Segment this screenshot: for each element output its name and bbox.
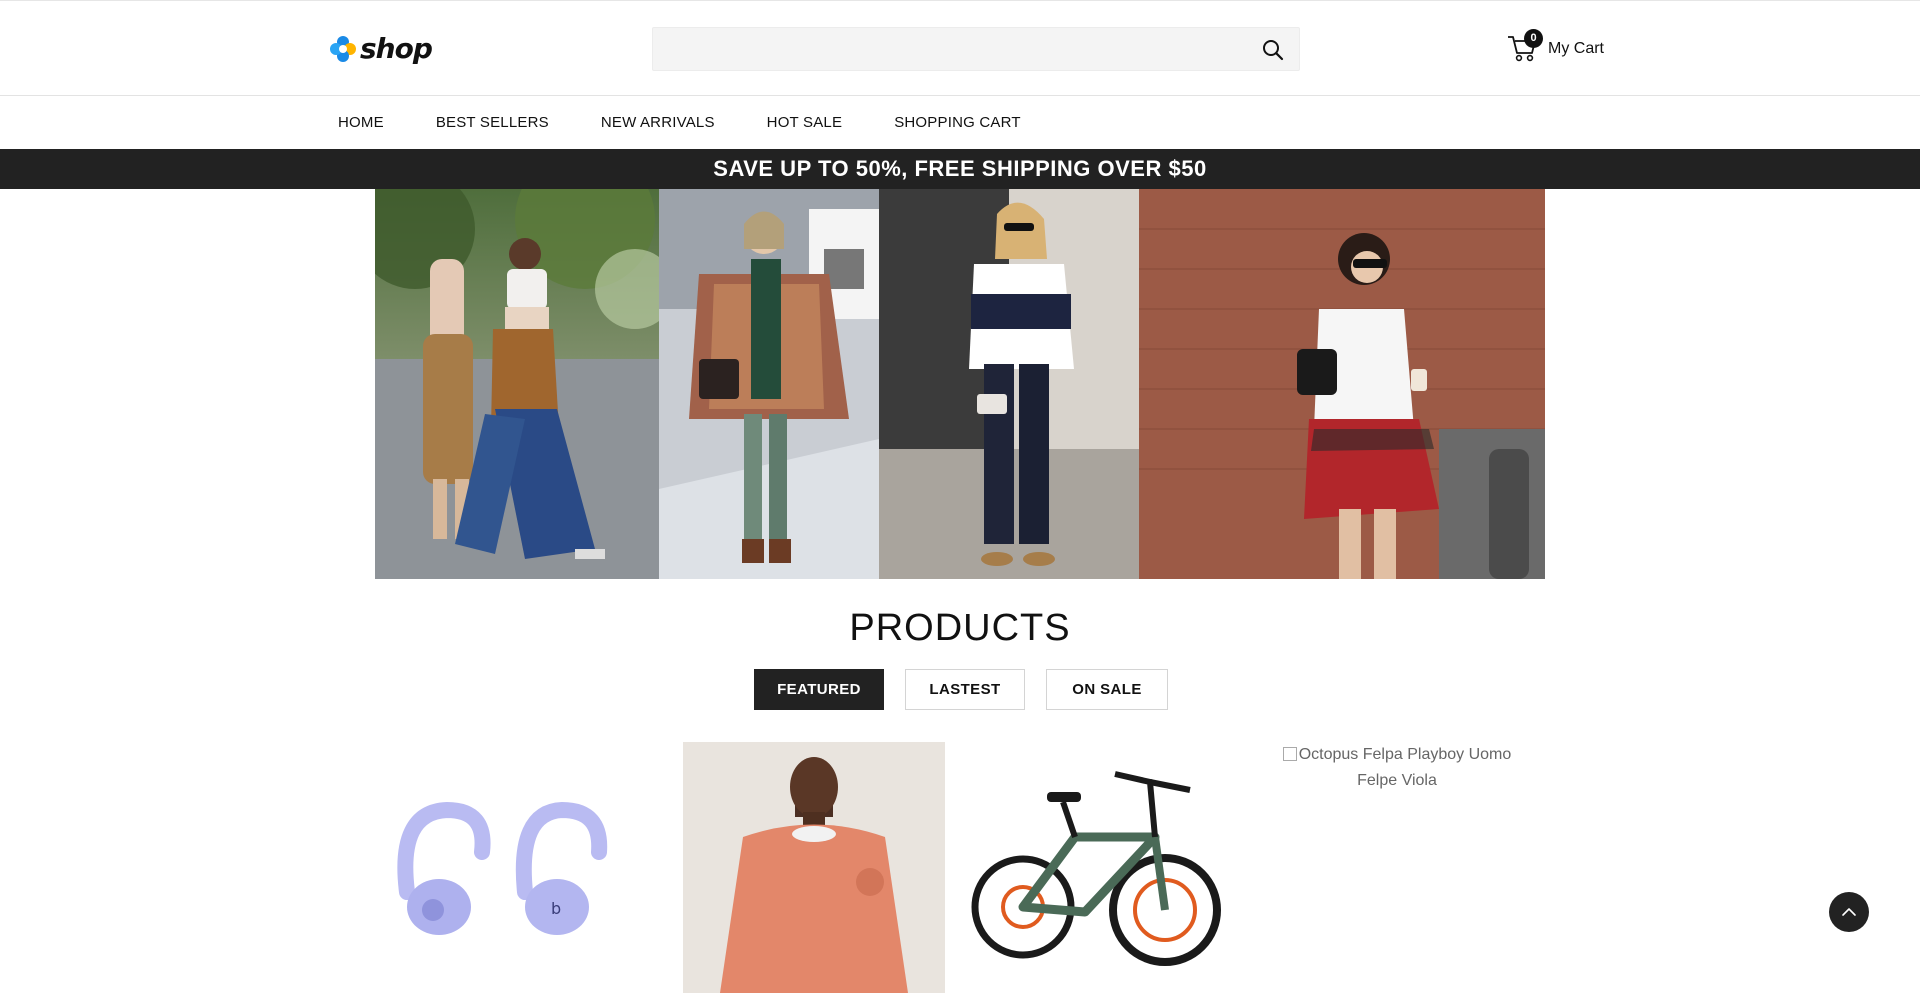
chevron-up-icon [1842,908,1856,916]
product-image-alt-text: Octopus Felpa Playboy Uomo Felpe Viola [1298,746,1512,789]
logo[interactable]: shop [329,32,433,65]
nav-item-hot-sale[interactable]: HOT SALE [767,114,843,131]
product-grid: b Octopus Felpa Playboy Uomo Felpe Viola [377,742,1543,993]
nav-item-shopping-cart[interactable]: SHOPPING CART [894,114,1021,131]
product-card-bicycle[interactable] [965,742,1227,993]
product-card-earbuds[interactable]: b [377,742,639,993]
nav-item-new-arrivals[interactable]: NEW ARRIVALS [601,114,715,131]
hero-banner[interactable] [375,189,1545,579]
tab-lastest[interactable]: LASTEST [905,669,1025,710]
search-input[interactable] [653,28,1299,70]
main-nav: HOME BEST SELLERS NEW ARRIVALS HOT SALE … [0,97,1920,149]
product-image-broken: Octopus Felpa Playboy Uomo Felpe Viola [1266,742,1528,794]
logo-text: shop [360,32,433,65]
product-card-felpa[interactable]: Octopus Felpa Playboy Uomo Felpe Viola [1266,742,1528,993]
product-tabs: FEATURED LASTEST ON SALE [754,669,1189,710]
logo-flower-icon [330,36,356,62]
search-button[interactable] [1261,38,1285,62]
cart-icon-wrap: 0 [1506,29,1543,63]
banner-photo-plaid-poncho [659,189,879,579]
promo-bar: SAVE UP TO 50%, FREE SHIPPING OVER $50 [0,149,1920,189]
cart-link[interactable]: 0 My Cart [1506,29,1604,63]
product-image-bicycle [965,742,1227,993]
search-box [652,27,1300,71]
nav-item-home[interactable]: HOME [338,114,384,131]
back-to-top-button[interactable] [1829,892,1869,932]
banner-photo-striped-tee [879,189,1139,579]
nav-item-best-sellers[interactable]: BEST SELLERS [436,114,549,131]
broken-image-icon [1282,747,1297,761]
banner-photo-brick-wall [1139,189,1545,579]
product-card-sweater[interactable] [683,742,945,993]
products-heading: PRODUCTS [849,607,1071,649]
cart-count-badge: 0 [1524,29,1543,48]
product-image-sweater [683,742,945,993]
tab-on-sale[interactable]: ON SALE [1046,669,1168,710]
banner-photo-street-duo [375,189,659,579]
tab-featured[interactable]: FEATURED [754,669,884,710]
cart-label: My Cart [1548,40,1604,57]
svg-text:b: b [551,899,561,918]
site-header: shop 0 My Cart [0,1,1920,96]
search-icon [1263,40,1284,61]
product-image-earbuds: b [377,742,639,993]
